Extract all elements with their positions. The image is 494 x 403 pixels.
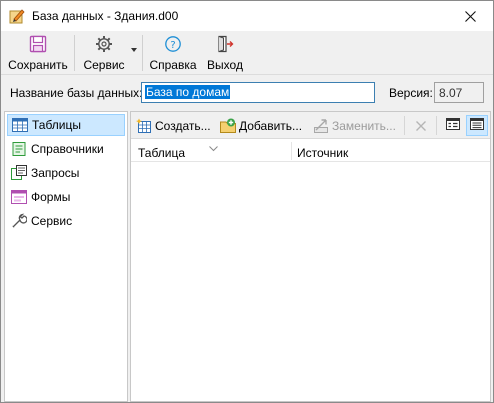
- gear-icon: [94, 34, 114, 54]
- exit-door-icon: [215, 34, 235, 54]
- save-label: Сохранить: [8, 58, 68, 72]
- create-label: Создать...: [155, 118, 211, 133]
- view-details-button[interactable]: [442, 115, 464, 136]
- delete-button[interactable]: [413, 115, 432, 136]
- sidebar-item-queries[interactable]: Запросы: [7, 162, 125, 184]
- new-table-icon: [136, 118, 152, 134]
- main-toolbar: Сохранить Сервис ? Справка Выход: [1, 31, 493, 75]
- sidebar-item-service[interactable]: Сервис: [7, 210, 125, 232]
- help-circle-icon: ?: [163, 34, 183, 54]
- help-button[interactable]: ? Справка: [147, 33, 199, 73]
- sidebar-item-label: Таблицы: [32, 118, 82, 132]
- wrench-icon: [11, 213, 28, 229]
- version-field: 8.07: [434, 82, 484, 103]
- app-pencil-icon: [9, 8, 25, 24]
- form-icon: [11, 189, 27, 205]
- column-divider[interactable]: [291, 142, 292, 160]
- table-icon: [12, 117, 28, 133]
- sidebar-item-label: Запросы: [31, 166, 80, 180]
- svg-text:?: ?: [170, 40, 175, 51]
- exit-label: Выход: [207, 58, 243, 72]
- sidebar-item-label: Сервис: [31, 214, 73, 228]
- column-header-source[interactable]: Источник: [297, 146, 348, 160]
- db-name-label: Название базы данных:: [10, 86, 143, 100]
- sidebar: Таблицы Справочники Запросы Формы Сервис: [4, 111, 128, 402]
- floppy-disk-icon: [28, 34, 48, 54]
- service-button[interactable]: Сервис: [79, 33, 129, 73]
- save-button[interactable]: Сохранить: [5, 33, 71, 73]
- sidebar-item-forms[interactable]: Формы: [7, 186, 125, 208]
- panel-toolbar: Создать... Добавить... Заменить...: [131, 112, 490, 139]
- details-view-icon: [445, 116, 461, 135]
- panel-toolbar-separator: [436, 116, 437, 135]
- query-icon: [11, 165, 27, 181]
- view-list-button[interactable]: [466, 115, 488, 136]
- list-view-icon: [469, 116, 485, 135]
- sidebar-item-label: Формы: [31, 190, 71, 204]
- sidebar-item-references[interactable]: Справочники: [7, 138, 125, 160]
- close-button[interactable]: [447, 1, 493, 31]
- service-label: Сервис: [83, 58, 125, 72]
- create-button[interactable]: Создать...: [136, 115, 211, 136]
- sort-caret-icon: [209, 141, 218, 155]
- db-name-field[interactable]: База по домам: [141, 82, 375, 103]
- version-label: Версия:: [389, 86, 433, 100]
- database-info-row: Название базы данных: База по домам Верс…: [1, 81, 493, 105]
- replace-label: Заменить...: [332, 118, 396, 133]
- db-name-value: База по домам: [145, 85, 231, 99]
- window-title: База данных - Здания.d00: [32, 9, 179, 23]
- toolbar-separator: [142, 35, 143, 71]
- replace-arrow-icon: [313, 118, 329, 134]
- database-window: База данных - Здания.d00 Сохранить Серви…: [0, 0, 494, 403]
- delete-x-icon: [413, 118, 429, 134]
- add-label: Добавить...: [239, 118, 303, 133]
- panel-toolbar-separator: [404, 116, 405, 135]
- sidebar-item-tables[interactable]: Таблицы: [7, 114, 125, 136]
- title-bar: База данных - Здания.d00: [1, 1, 493, 31]
- column-header-table[interactable]: Таблица: [138, 146, 185, 160]
- table-header: Таблица Источник: [131, 140, 490, 162]
- service-dropdown-arrow-icon[interactable]: [131, 48, 137, 52]
- replace-button[interactable]: Заменить...: [313, 115, 396, 136]
- add-folder-icon: [220, 118, 236, 134]
- tables-panel: Создать... Добавить... Заменить... Табли…: [130, 111, 491, 402]
- help-label: Справка: [149, 58, 197, 72]
- reference-icon: [11, 141, 27, 157]
- sidebar-item-label: Справочники: [31, 142, 104, 156]
- add-button[interactable]: Добавить...: [220, 115, 302, 136]
- close-icon: [464, 10, 476, 22]
- toolbar-separator: [74, 35, 75, 71]
- exit-button[interactable]: Выход: [203, 33, 247, 73]
